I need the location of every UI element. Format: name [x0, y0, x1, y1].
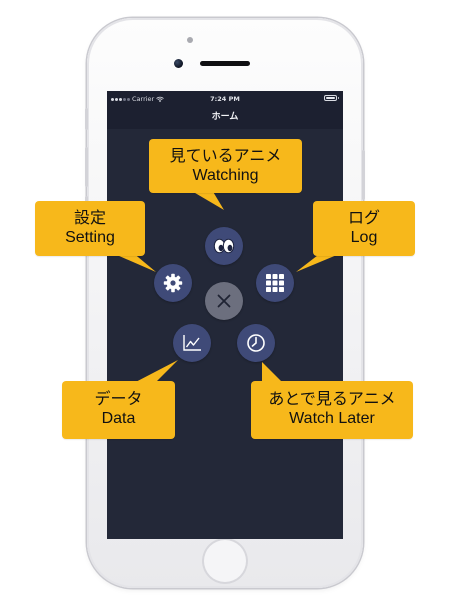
watch-later-callout-ja: あとで見るアニメ [268, 391, 396, 408]
watch-later-callout-tail [262, 362, 286, 386]
watch-later-callout-en: Watch Later [289, 410, 375, 427]
watch-later-callout: あとで見るアニメ Watch Later [251, 381, 413, 439]
